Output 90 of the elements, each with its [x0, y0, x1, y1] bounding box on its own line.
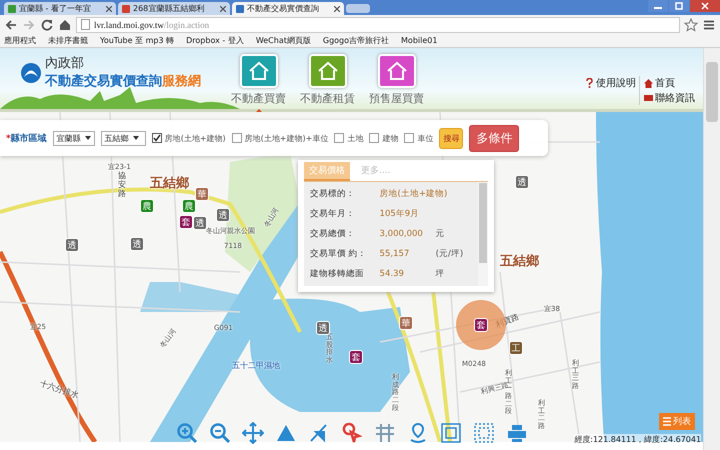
browser-tab[interactable]: 宜蘭縣 - 看了一年宜: [4, 2, 116, 15]
bookmark-link[interactable]: 未排序書籤: [48, 35, 88, 46]
bookmark-link[interactable]: YouTube 至 mp3 轉: [100, 35, 174, 46]
checkbox[interactable]: [404, 133, 414, 143]
map-label: 五結鄉: [150, 175, 189, 192]
browser-tab[interactable]: 268宜蘭縣五結鄉利: [118, 2, 230, 15]
field-value: 54.39: [380, 269, 405, 279]
field-value: 55,157: [380, 249, 410, 259]
checkbox[interactable]: [232, 133, 242, 143]
reload-button[interactable]: [40, 18, 54, 32]
field-label: 交易單價 約：: [310, 248, 368, 260]
field-label: 交易標的：: [310, 188, 356, 200]
new-tab-button[interactable]: [346, 4, 370, 13]
unit-label: 元: [436, 228, 446, 240]
field-value: 3,000,000: [380, 229, 424, 239]
map-marker[interactable]: 工: [509, 341, 523, 355]
more-conditions-button[interactable]: 多條件: [469, 124, 520, 152]
checkbox-label: 車位: [417, 132, 434, 144]
site-title: 不動產交易實價查詢服務網: [45, 72, 201, 90]
checkbox[interactable]: [369, 133, 380, 143]
bookmark-link[interactable]: 應用程式: [4, 35, 36, 46]
map-label: 十六分排水: [38, 378, 80, 401]
field-label: 交易年月：: [310, 208, 356, 220]
nav-tab[interactable]: 不動產買賣: [231, 54, 286, 110]
checkbox-label: 土地: [347, 132, 364, 144]
agency-name: 內政部: [45, 54, 85, 72]
home-link[interactable]: 首頁: [644, 76, 696, 90]
star-icon[interactable]: [684, 18, 698, 32]
bookmark-link[interactable]: Dropbox - 登入: [186, 35, 244, 46]
checkbox[interactable]: [334, 133, 344, 143]
map-marker[interactable]: 透: [216, 208, 230, 222]
unit-label: (元/坪): [436, 248, 464, 260]
bookmark-link[interactable]: WeChat網頁版: [256, 35, 311, 46]
map-marker[interactable]: 透: [65, 238, 79, 252]
close-icon[interactable]: [106, 6, 112, 12]
home-button[interactable]: [58, 18, 72, 32]
zoom-out-icon[interactable]: [209, 422, 231, 444]
map-marker[interactable]: 農: [140, 199, 154, 213]
county-select[interactable]: 宜蘭縣: [52, 130, 95, 146]
map-marker[interactable]: 套: [349, 350, 363, 364]
close-icon[interactable]: [220, 6, 226, 12]
list-icon: [663, 417, 672, 426]
checkbox-label: 房地(土地+建物): [164, 132, 226, 144]
back-button[interactable]: [4, 18, 18, 32]
map-label: 五十二甲濕地: [232, 360, 280, 371]
help-icon: [586, 78, 594, 88]
map-marker[interactable]: 華: [195, 187, 209, 201]
field-value: 105年9月: [380, 208, 420, 220]
pin-click-icon[interactable]: [341, 422, 363, 444]
map-marker[interactable]: 透: [193, 216, 207, 230]
pan-icon[interactable]: [242, 422, 264, 444]
field-label: 交易總價：: [310, 228, 356, 240]
help-link[interactable]: 使用說明: [596, 76, 636, 90]
logo-icon: [20, 62, 42, 84]
house-icon: [644, 78, 654, 88]
map-marker[interactable]: 透: [515, 175, 529, 189]
browser-tab[interactable]: 不動產交易實價查詢: [232, 2, 344, 15]
scrollbar[interactable]: [478, 182, 488, 286]
close-icon[interactable]: [334, 6, 340, 12]
contact-link[interactable]: 聯絡資訊: [644, 91, 696, 105]
bookmark-link[interactable]: Ggogo吉帝旅行社: [322, 35, 390, 46]
zoom-in-icon[interactable]: [176, 422, 198, 444]
address-field[interactable]: lvr.land.moi.gov.tw/login.action: [76, 16, 680, 32]
map-marker[interactable]: 套: [179, 215, 193, 229]
map-marker[interactable]: 套: [474, 318, 488, 332]
menu-icon[interactable]: [702, 18, 716, 32]
field-value: 房地(土地+建物): [380, 188, 448, 200]
map-marker[interactable]: 透: [316, 321, 330, 335]
checkbox-label: 房地(土地+建物)+車位: [244, 132, 328, 144]
nav-tab[interactable]: 預售屋買賣: [369, 54, 424, 110]
map-label: 五結鄉: [500, 253, 539, 270]
coordinates-readout: 經度:121.84111，緯度:24.67041: [574, 434, 702, 445]
chat-icon: [644, 95, 654, 101]
map-marker[interactable]: 透: [130, 237, 144, 251]
printer-icon[interactable]: [506, 422, 528, 444]
page-scrollbar[interactable]: [703, 48, 720, 450]
bookmark-link[interactable]: Mobile01: [401, 36, 438, 45]
map-marker[interactable]: 華: [399, 316, 413, 330]
field-label: 建物移轉總面: [310, 268, 365, 280]
nav-tab[interactable]: 不動產租賃: [300, 54, 355, 110]
unit-label: 坪: [436, 268, 446, 280]
region-label: *縣市區域: [6, 132, 47, 144]
map-marker[interactable]: 農: [182, 199, 196, 213]
township-select[interactable]: 五結鄉: [100, 130, 146, 146]
dashed-frame-icon[interactable]: [473, 422, 495, 444]
frame-icon[interactable]: [440, 422, 462, 444]
checkbox[interactable]: [152, 133, 162, 143]
checkbox-label: 建物: [382, 132, 398, 144]
search-button[interactable]: 搜尋: [439, 128, 464, 148]
grid-lines-icon[interactable]: [374, 422, 396, 444]
